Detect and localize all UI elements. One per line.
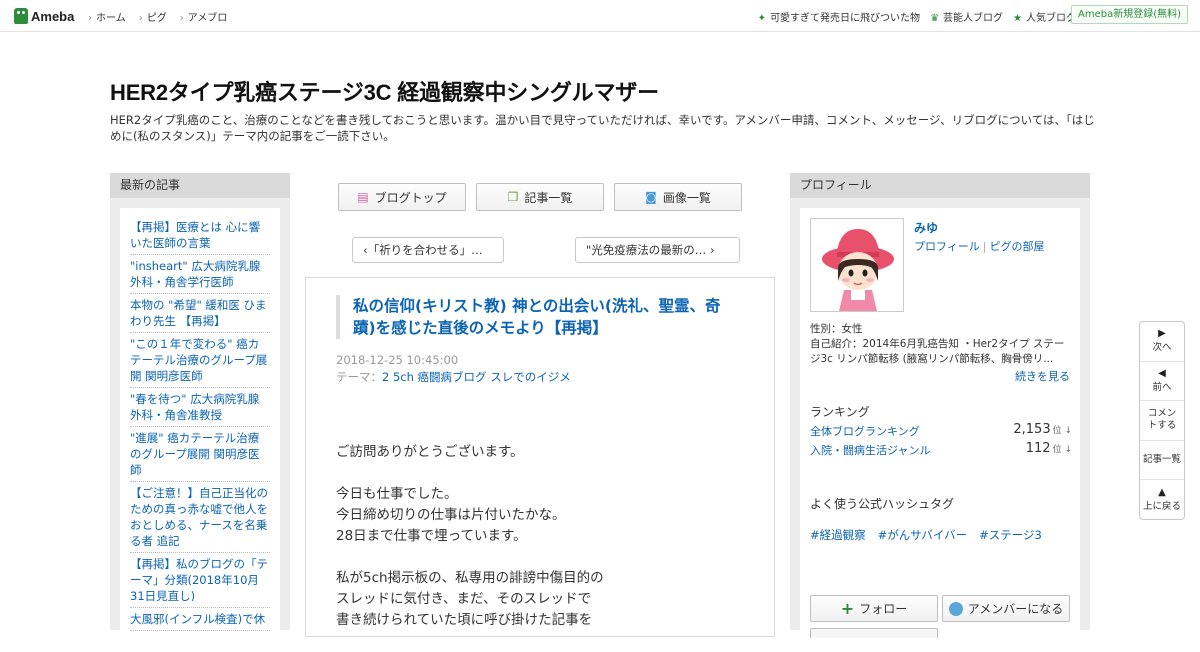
ranking-label-link[interactable]: 全体ブログランキング — [810, 425, 920, 438]
article-theme: テーマ：2 5ch 癌闘病ブログ スレでのイジメ — [336, 370, 571, 384]
read-more-link[interactable]: 続きを見る — [1015, 368, 1070, 384]
plus-icon: + — [840, 598, 855, 618]
back-to-top-button[interactable]: ▲ 上に戻る — [1140, 480, 1184, 519]
recent-article-link[interactable]: "進展" 癌カテーテル治療のグループ展開 関明彦医師 — [130, 427, 270, 482]
top-bar: Ameba ホーム ピグ アメブロ ✦可愛すぎて発売日に飛びついた物 ♛芸能人ブ… — [0, 0, 1200, 32]
celebrity-blog-link[interactable]: ♛ 芸能人ブログ — [930, 9, 1003, 24]
avatar-illustration — [811, 219, 903, 311]
recent-article-link[interactable]: 大風邪(インフル検査)で休 — [130, 608, 270, 631]
nav-pigg-link[interactable]: ピグ — [139, 9, 167, 24]
ranking-row: 入院・闘病生活ジャンル 112 位 ↓ — [810, 441, 1072, 458]
amember-button[interactable]: アメンバーになる — [942, 595, 1070, 622]
profile-gender: 性別：女性 — [810, 323, 863, 335]
hashtag-link[interactable]: #ステージ3 — [979, 527, 1042, 543]
recent-article-link[interactable]: "この１年で変わる" 癌カテーテル治療のグループ展開 関明彦医師 — [130, 333, 270, 388]
article-paragraph: ご訪問ありがとうございます。 — [336, 444, 524, 460]
profile-intro: 自己紹介：2014年6月乳癌告知 ・Her2タイプ ステージ3c リンパ節転移 … — [810, 338, 1065, 365]
top-right-links: ✦ 可愛すぎて発売日に飛びついた物 ♛ 芸能人ブログ ★ 人気ブログ — [758, 9, 1076, 24]
profile-heading: プロフィール — [790, 173, 1090, 198]
profile-info: 性別：女性 自己紹介：2014年6月乳癌告知 ・Her2タイプ ステージ3c リ… — [810, 322, 1072, 367]
floating-nav: ▶ 次へ ◀ 前へ コメントする 記事一覧 ▲ 上に戻る — [1139, 321, 1185, 520]
blog-title[interactable]: HER2タイプ乳癌ステージ3C 経過観察中シングルマザー — [110, 75, 659, 107]
triangle-left-icon: ◀ — [1158, 367, 1166, 379]
hashtag-link[interactable]: #経過観察 — [810, 527, 866, 543]
logo-text: Ameba — [31, 8, 75, 24]
register-button[interactable]: Ameba新規登録(無料) — [1070, 5, 1188, 24]
triangle-right-icon: ▶ — [1158, 328, 1166, 340]
ameba-logo-icon — [14, 8, 28, 24]
crown-icon: ♛ — [930, 13, 940, 24]
blog-top-icon: ▤ — [357, 190, 369, 204]
profile-name[interactable]: みゆ — [914, 219, 938, 236]
ranking-value: 112 位 ↓ — [1025, 441, 1072, 456]
ranking-row: 全体ブログランキング 2,153 位 ↓ — [810, 422, 1072, 439]
link-separator: | — [982, 240, 987, 253]
nav-ameblo-link[interactable]: アメブロ — [180, 9, 228, 24]
article-theme-link[interactable]: 2 5ch 癌闘病ブログ スレでのイジメ — [382, 370, 571, 384]
profile-box: みゆ プロフィール | ピグの部屋 性別：女性 自己紹介：2014年6月乳癌告知 ・… — [800, 208, 1080, 638]
hashtag-heading: よく使う公式ハッシュタグ — [810, 497, 955, 511]
pigg-room-link[interactable]: ピグの部屋 — [990, 240, 1045, 253]
tab-article-list[interactable]: ❐ 記事一覧 — [476, 183, 604, 211]
article-body: ご訪問ありがとうございます。 今日も仕事でした。 今日締め切りの仕事は片付いたか… — [336, 442, 756, 652]
article-paragraph: 今日も仕事でした。 今日締め切りの仕事は片付いたかな。 28日まで仕事で埋ってい… — [336, 486, 566, 544]
global-nav: ホーム ピグ アメブロ — [88, 9, 227, 24]
amember-icon — [948, 601, 963, 616]
recent-article-link[interactable]: 【再掲】私のブログの「テーマ」分類(2018年10月31日見直し) — [130, 553, 270, 608]
prev-button[interactable]: ◀ 前へ — [1140, 362, 1184, 402]
article: 私の信仰(キリスト教) 神との出会い(洗礼、聖霊、奇蹟)を感じた直後のメモより【… — [305, 277, 775, 637]
featured-item-link[interactable]: ✦ 可愛すぎて発売日に飛びついた物 — [758, 9, 920, 24]
sparkle-icon: ✦ — [757, 13, 767, 24]
recent-article-link[interactable]: 【ご注意！】自己正当化のための真っ赤な嘘で他人をおとしめる、ナースを名乗る者 追… — [130, 482, 270, 553]
article-date: 2018-12-25 10:45:00 — [336, 353, 459, 367]
tab-image-list[interactable]: ◙ 画像一覧 — [614, 183, 742, 211]
popular-blog-link[interactable]: ★ 人気ブログ — [1013, 9, 1076, 24]
profile-links: プロフィール | ピグの部屋 — [914, 238, 1045, 254]
hashtag-link[interactable]: #がんサバイバー — [878, 527, 967, 543]
recent-articles-heading: 最新の記事 — [110, 173, 290, 198]
recent-article-link[interactable]: 【再掲】医療とは 心に響いた医師の言葉 — [130, 216, 270, 255]
hashtag-list: #経過観察 #がんサバイバー #ステージ3 — [810, 527, 1042, 543]
triangle-up-icon: ▲ — [1158, 486, 1166, 498]
ranking-value: 2,153 位 ↓ — [1013, 422, 1072, 437]
recent-article-link[interactable]: "春を待つ" 広大病院乳腺外科・角舎准教授 — [130, 388, 270, 427]
follow-button[interactable]: + フォロー — [810, 595, 938, 622]
recent-article-link[interactable]: 本物の "希望" 緩和医 ひまわり先生 【再掲】 — [130, 294, 270, 333]
ameba-logo[interactable]: Ameba — [14, 7, 74, 25]
tab-blog-top[interactable]: ▤ ブログトップ — [338, 183, 466, 211]
avatar[interactable] — [810, 218, 904, 312]
article-paragraph: 私が5ch掲示板の、私専用の誹謗中傷目的の スレッドに気付き、まだ、そのスレッド… — [336, 570, 604, 628]
article-title[interactable]: 私の信仰(キリスト教) 神との出会い(洗礼、聖霊、奇蹟)を感じた直後のメモより【… — [336, 295, 741, 339]
recent-articles-sidebar: 最新の記事 【再掲】医療とは 心に響いた医師の言葉 "insheart" 広大病… — [110, 173, 290, 638]
comment-button[interactable]: コメントする — [1140, 401, 1184, 441]
prev-article-button[interactable]: ‹「祈りを合わせる」… — [352, 237, 504, 263]
article-list-button[interactable]: 記事一覧 — [1140, 441, 1184, 481]
blog-tabs: ▤ ブログトップ ❐ 記事一覧 ◙ 画像一覧 — [338, 183, 742, 211]
next-article-button[interactable]: "光免疫療法の最新の… › — [575, 237, 740, 263]
blog-description: HER2タイプ乳癌のこと、治療のことなどを書き残しておこうと思います。温かい目で… — [110, 113, 1095, 143]
next-button[interactable]: ▶ 次へ — [1140, 322, 1184, 362]
ranking-heading: ランキング — [810, 405, 870, 419]
nav-home-link[interactable]: ホーム — [88, 9, 126, 24]
recent-article-link[interactable]: "insheart" 広大病院乳腺外科・角舎学行医師 — [130, 255, 270, 294]
camera-icon: ◙ — [645, 190, 657, 204]
star-icon: ★ — [1013, 13, 1022, 24]
ranking-label-link[interactable]: 入院・闘病生活ジャンル — [810, 444, 930, 457]
profile-sidebar: プロフィール みゆ プロフィール | ピグの部屋 性別：女性 自己紹介：2014… — [790, 173, 1090, 638]
article-list-icon: ❐ — [507, 190, 519, 204]
chevron-right-icon: › — [709, 243, 715, 257]
profile-link[interactable]: プロフィール — [914, 240, 980, 253]
recent-articles-list: 【再掲】医療とは 心に響いた医師の言葉 "insheart" 広大病院乳腺外科・… — [120, 208, 280, 638]
